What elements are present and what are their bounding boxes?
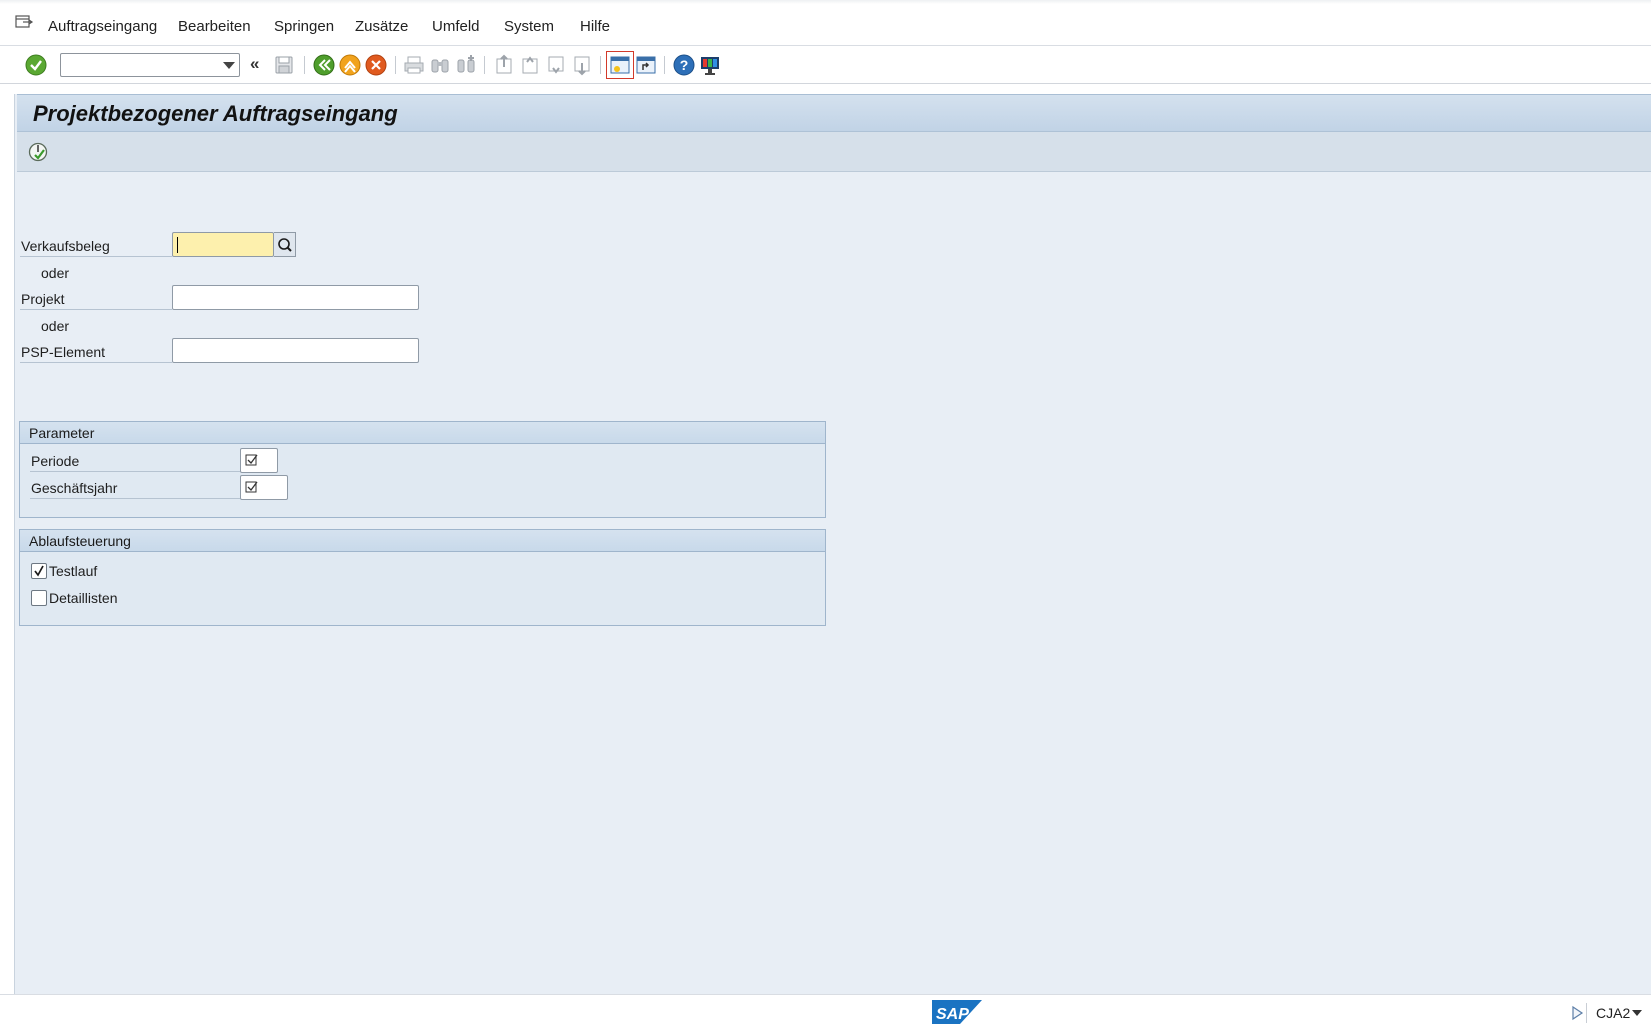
parameter-group-header: Parameter — [20, 422, 825, 444]
cancel-icon[interactable] — [364, 53, 388, 77]
transaction-code: CJA2 — [1596, 1005, 1631, 1021]
first-page-icon[interactable] — [492, 53, 516, 77]
ablaufsteuerung-group-header: Ablaufsteuerung — [20, 530, 825, 552]
generate-shortcut-icon[interactable] — [634, 53, 658, 77]
status-bar: SAP CJA2 — [0, 994, 1651, 1029]
page-title: Projektbezogener Auftragseingang — [33, 101, 398, 126]
periode-label: Periode — [31, 453, 80, 469]
oder-text-2: oder — [41, 318, 70, 334]
sap-logo: SAP — [932, 1000, 982, 1024]
svg-text:SAP: SAP — [936, 1006, 969, 1023]
menu-icon[interactable] — [15, 14, 35, 30]
chevron-down-icon[interactable] — [1632, 1010, 1642, 1016]
menu-system[interactable]: System — [504, 18, 554, 35]
execute-icon[interactable] — [27, 141, 49, 163]
testlauf-checkbox[interactable] — [31, 563, 47, 579]
psp-element-input[interactable] — [172, 338, 419, 363]
last-page-icon[interactable] — [570, 53, 594, 77]
menu-bearbeiten[interactable]: Bearbeiten — [178, 18, 251, 35]
projekt-input[interactable] — [172, 285, 419, 310]
menu-bar: Auftragseingang Bearbeiten Springen Zusä… — [0, 0, 1651, 46]
checkmark-icon — [34, 565, 44, 577]
geschaeftsjahr-label: Geschäftsjahr — [31, 480, 118, 496]
title-bar: Projektbezogener Auftragseingang — [17, 94, 1651, 132]
testlauf-label[interactable]: Testlauf — [49, 563, 97, 579]
next-page-icon[interactable] — [544, 53, 568, 77]
detaillisten-label[interactable]: Detaillisten — [49, 590, 117, 606]
back-icon[interactable] — [312, 53, 336, 77]
ablaufsteuerung-group-title: Ablaufsteuerung — [29, 533, 131, 549]
enter-icon[interactable] — [24, 53, 48, 77]
collapse-command-icon[interactable]: « — [250, 54, 259, 74]
ablaufsteuerung-group: Ablaufsteuerung Testlauf Detaillisten — [19, 529, 826, 626]
save-icon[interactable] — [272, 53, 296, 77]
menu-springen[interactable]: Springen — [274, 18, 334, 35]
help-icon[interactable]: ? — [672, 53, 696, 77]
projekt-text[interactable] — [173, 286, 418, 309]
verkaufsbeleg-text[interactable] — [173, 233, 273, 256]
menu-hilfe[interactable]: Hilfe — [580, 18, 610, 35]
standard-toolbar: « ? — [0, 46, 1651, 84]
search-help-button[interactable] — [274, 232, 296, 257]
command-field[interactable] — [60, 53, 240, 77]
menu-zusaetze[interactable]: Zusätze — [355, 18, 408, 35]
application-toolbar — [17, 132, 1651, 172]
chevron-down-icon[interactable] — [223, 62, 235, 69]
menu-auftragseingang[interactable]: Auftragseingang — [48, 18, 157, 35]
customize-layout-icon[interactable] — [698, 53, 722, 77]
main-content: Projektbezogener Auftragseingang Verkauf… — [14, 94, 1651, 994]
command-input[interactable] — [65, 55, 215, 75]
print-icon[interactable] — [402, 53, 426, 77]
parameter-group: Parameter Periode Geschäftsjahr — [19, 421, 826, 518]
svg-text:?: ? — [680, 57, 689, 73]
status-expand-icon[interactable] — [1570, 1005, 1584, 1021]
psp-element-label: PSP-Element — [21, 344, 106, 360]
projekt-label: Projekt — [21, 291, 65, 307]
required-entry-icon — [245, 454, 258, 466]
new-session-icon[interactable] — [606, 51, 634, 79]
detaillisten-checkbox[interactable] — [31, 590, 47, 606]
required-entry-icon — [245, 481, 258, 493]
verkaufsbeleg-input[interactable] — [172, 232, 274, 257]
parameter-group-title: Parameter — [29, 425, 95, 441]
periode-input[interactable] — [240, 448, 278, 473]
find-next-icon[interactable] — [454, 53, 478, 77]
search-icon — [278, 238, 292, 252]
geschaeftsjahr-input[interactable] — [240, 475, 288, 500]
previous-page-icon[interactable] — [518, 53, 542, 77]
psp-element-text[interactable] — [173, 339, 418, 362]
verkaufsbeleg-label: Verkaufsbeleg — [21, 238, 110, 254]
find-icon[interactable] — [428, 53, 452, 77]
menu-umfeld[interactable]: Umfeld — [432, 18, 480, 35]
exit-icon[interactable] — [338, 53, 362, 77]
oder-text-1: oder — [41, 265, 70, 281]
